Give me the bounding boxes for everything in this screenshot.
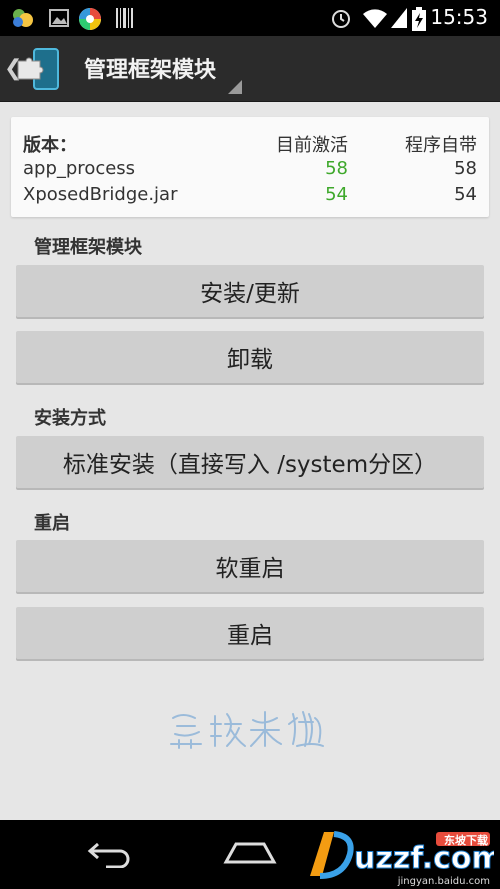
bundled-column-header: 程序自带 bbox=[405, 135, 477, 156]
row-active-xposedbridge: 54 bbox=[325, 184, 348, 205]
spinner-indicator-icon[interactable] bbox=[228, 80, 242, 94]
section-header-install-method: 安装方式 bbox=[34, 408, 106, 429]
image-notification-icon bbox=[48, 7, 70, 33]
row-active-app-process: 58 bbox=[325, 158, 348, 179]
barcode-icon bbox=[115, 7, 135, 33]
brand-tag: 东坡下载 bbox=[444, 834, 488, 847]
wifi-icon bbox=[362, 7, 388, 33]
soft-reboot-button[interactable]: 软重启 bbox=[16, 540, 484, 592]
row-name-app-process: app_process bbox=[23, 158, 136, 179]
browser-app-icon bbox=[78, 7, 102, 35]
version-label: 版本： bbox=[23, 135, 77, 156]
row-bundled-app-process: 58 bbox=[454, 158, 477, 179]
status-time: 15:53 bbox=[430, 5, 488, 29]
battery-charging-icon bbox=[412, 7, 426, 35]
row-bundled-xposedbridge: 54 bbox=[454, 184, 477, 205]
action-bar: ❮ 管理框架模块 bbox=[0, 36, 500, 102]
row-name-xposedbridge: XposedBridge.jar bbox=[23, 184, 178, 205]
uninstall-button[interactable]: 卸载 bbox=[16, 331, 484, 383]
signal-icon bbox=[390, 7, 408, 33]
navigation-bar: uzzf.com 东坡下载 jingyan.baidu.com bbox=[0, 820, 500, 889]
install-update-button[interactable]: 安装/更新 bbox=[16, 265, 484, 317]
reboot-button[interactable]: 重启 bbox=[16, 607, 484, 659]
xposed-app-icon[interactable] bbox=[14, 45, 62, 97]
handwritten-signature-watermark bbox=[165, 700, 355, 764]
install-mode-button[interactable]: 标准安装（直接写入 /system分区） bbox=[16, 436, 484, 488]
section-header-reboot: 重启 bbox=[34, 513, 70, 534]
contacts-notification-icon bbox=[10, 7, 36, 33]
status-bar: 15:53 bbox=[0, 0, 500, 36]
back-nav-icon[interactable] bbox=[86, 838, 134, 872]
active-column-header: 目前激活 bbox=[276, 135, 348, 156]
baidu-url-watermark: jingyan.baidu.com bbox=[397, 876, 490, 887]
alarm-icon bbox=[330, 7, 352, 33]
section-header-manage: 管理框架模块 bbox=[34, 237, 142, 258]
page-title[interactable]: 管理框架模块 bbox=[84, 52, 216, 84]
version-card: 版本： 目前激活 程序自带 app_process 58 58 XposedBr… bbox=[11, 117, 489, 217]
home-nav-icon[interactable] bbox=[222, 838, 278, 872]
